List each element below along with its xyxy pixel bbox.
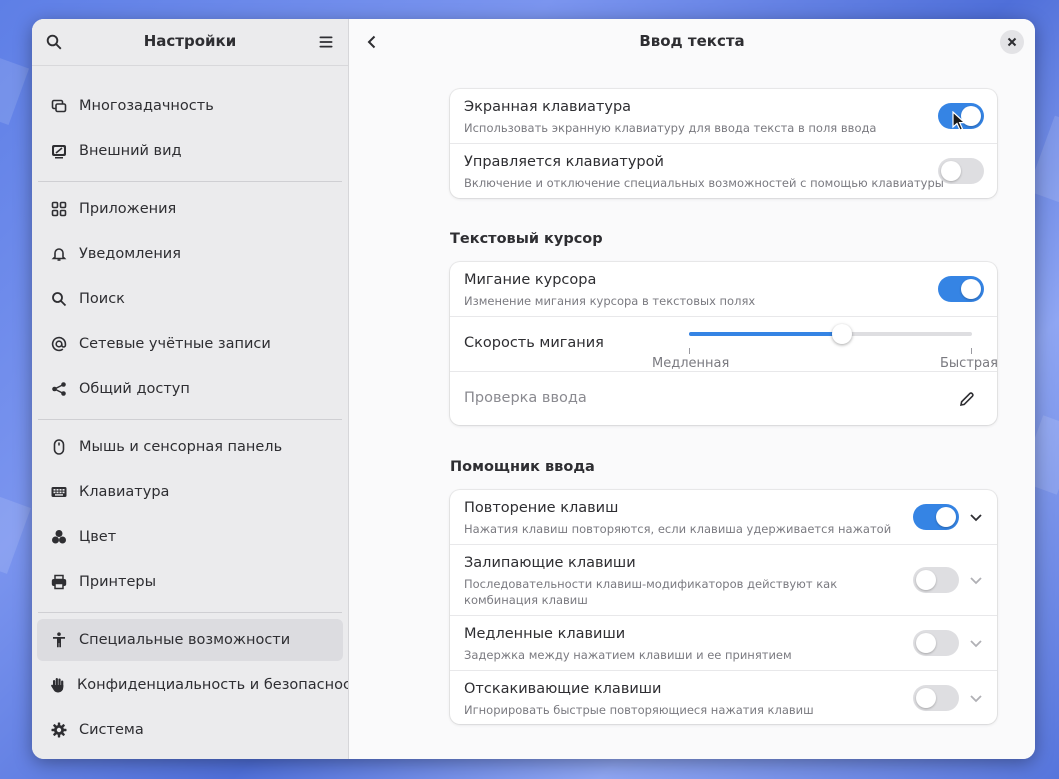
sidebar-item-keyboard[interactable]: Клавиатура [37,471,343,513]
chevron-down-icon[interactable] [968,572,984,588]
sidebar-item-appearance[interactable]: Внешний вид [37,130,343,172]
cursor-section-title: Текстовый курсор [450,231,603,247]
mouse-icon [50,438,68,456]
close-button[interactable] [1000,30,1024,54]
sidebar-item-accessibility[interactable]: Специальные возможности [37,619,343,661]
test-input-field[interactable]: Проверка ввода [464,390,587,406]
repeat-keys-row[interactable]: Повторение клавиш Нажатия клавиш повторя… [450,490,997,544]
page-title: Ввод текста [639,32,745,50]
close-icon [1007,37,1017,47]
blink-speed-row: Скорость мигания Медленная Быстрая [450,317,997,371]
sidebar-separator [38,419,342,420]
search-icon [50,290,68,308]
sticky-keys-switch[interactable] [913,567,959,593]
appearance-icon [50,142,68,160]
sidebar-header: Настройки [32,19,348,66]
screen-keyboard-row[interactable]: Экранная клавиатура Использовать экранну… [450,89,997,143]
gear-icon [50,721,68,739]
sidebar-item-sharing[interactable]: Общий доступ [37,368,343,410]
sidebar-item-privacy[interactable]: Конфиденциальность и безопасность [37,664,348,706]
bounce-keys-switch[interactable] [913,685,959,711]
sidebar-item-multitasking[interactable]: Многозадачность [37,85,343,127]
content-pane: Ввод текста Экранная клавиатура Использо… [349,19,1035,759]
apps-grid-icon [50,200,68,218]
mouse-pointer-icon [952,111,966,131]
assist-section-title: Помощник ввода [450,459,595,475]
screen-keyboard-card: Экранная клавиатура Использовать экранну… [450,89,997,198]
cursor-card: Мигание курсора Изменение мигания курсор… [450,262,997,425]
chevron-down-icon[interactable] [968,635,984,651]
cursor-blink-switch[interactable] [938,276,984,302]
test-input-row[interactable]: Проверка ввода [450,372,997,425]
hand-icon [50,676,66,694]
sidebar-item-system[interactable]: Система [37,709,343,751]
edit-icon[interactable] [959,391,975,407]
sidebar-item-apps[interactable]: Приложения [37,188,343,230]
assist-card: Повторение клавиш Нажатия клавиш повторя… [450,490,997,724]
sidebar-title: Настройки [143,32,237,50]
slow-keys-switch[interactable] [913,630,959,656]
sidebar-item-color[interactable]: Цвет [37,516,343,558]
bounce-keys-row[interactable]: Отскакивающие клавиши Игнорировать быстр… [450,671,997,724]
keyboard-icon [50,483,68,501]
sidebar-separator [38,612,342,613]
blink-speed-slider[interactable] [689,323,972,347]
slider-handle[interactable] [832,324,852,344]
color-icon [50,528,68,546]
accessibility-icon [50,631,68,649]
sidebar-item-mouse[interactable]: Мышь и сенсорная панель [37,426,343,468]
sidebar-item-notifications[interactable]: Уведомления [37,233,343,275]
content-header: Ввод текста [349,19,1035,65]
settings-window: Питание Многозадачность Внешний вид П [32,19,1035,759]
at-icon [50,335,68,353]
keyboard-control-switch[interactable] [938,158,984,184]
cursor-blink-row[interactable]: Мигание курсора Изменение мигания курсор… [450,262,997,316]
bell-icon [50,245,68,263]
multitasking-icon [50,97,68,115]
sidebar-separator [38,181,342,182]
chevron-down-icon[interactable] [968,509,984,525]
slider-max-label: Быстрая [940,356,997,371]
sticky-keys-row[interactable]: Залипающие клавиши Последовательности кл… [450,545,997,615]
sidebar-list: Питание Многозадачность Внешний вид П [32,19,348,759]
sidebar-item-online-accounts[interactable]: Сетевые учётные записи [37,323,343,365]
chevron-down-icon[interactable] [968,690,984,706]
slow-keys-row[interactable]: Медленные клавиши Задержка между нажатие… [450,616,997,670]
slider-min-label: Медленная [652,356,730,371]
menu-icon[interactable] [314,30,338,54]
sidebar-item-search[interactable]: Поиск [37,278,343,320]
repeat-keys-switch[interactable] [913,504,959,530]
share-icon [50,380,68,398]
sidebar-item-printers[interactable]: Принтеры [37,561,343,603]
printer-icon [50,573,68,591]
sidebar: Питание Многозадачность Внешний вид П [32,19,349,759]
keyboard-control-row[interactable]: Управляется клавиатурой Включение и откл… [450,144,997,198]
